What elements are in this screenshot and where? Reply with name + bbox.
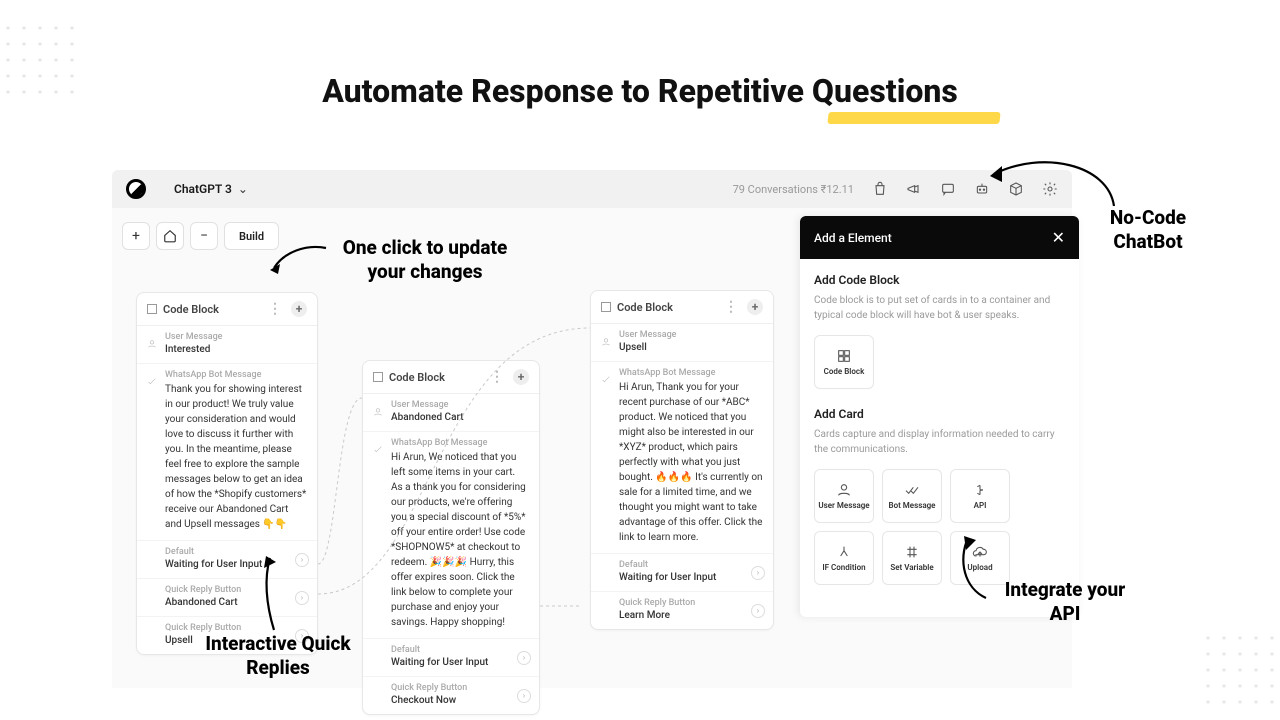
annotation-arrow bbox=[950, 532, 1000, 602]
option-bot-message[interactable]: Bot Message bbox=[882, 469, 942, 523]
block-icon bbox=[373, 372, 383, 382]
minus-button[interactable]: − bbox=[190, 222, 218, 250]
headline-underline bbox=[827, 112, 1000, 124]
block-header: Code Block ⋮ + bbox=[137, 293, 317, 326]
user-message-section[interactable]: User Message Upsell bbox=[591, 324, 773, 362]
annotation-integrate: Integrate your API bbox=[990, 578, 1140, 626]
annotation-arrow bbox=[258, 552, 298, 632]
user-message-section[interactable]: User Message Interested bbox=[137, 326, 317, 364]
option-api[interactable]: API bbox=[950, 469, 1010, 523]
add-element-panel: Add a Element ✕ Add Code Block Code bloc… bbox=[800, 216, 1079, 617]
home-button[interactable] bbox=[156, 222, 184, 250]
block-add-icon[interactable]: + bbox=[291, 301, 307, 317]
app-logo-icon bbox=[122, 175, 150, 203]
megaphone-icon[interactable] bbox=[906, 181, 922, 197]
block-menu-icon[interactable]: ⋮ bbox=[724, 299, 739, 315]
model-selector[interactable]: ChatGPT 3 bbox=[174, 182, 232, 196]
branch-icon bbox=[836, 544, 852, 560]
annotation-arrow bbox=[266, 240, 330, 280]
arrow-right-icon[interactable]: › bbox=[751, 604, 765, 618]
block-title: Code Block bbox=[163, 303, 219, 316]
bot-message-section[interactable]: WhatsApp Bot Message Hi Arun, We noticed… bbox=[363, 432, 539, 639]
bag-icon[interactable] bbox=[872, 181, 888, 197]
block-add-icon[interactable]: + bbox=[747, 299, 763, 315]
user-icon bbox=[373, 402, 383, 412]
section-title: Add Card bbox=[814, 407, 1065, 421]
option-set-variable[interactable]: Set Variable bbox=[882, 531, 942, 585]
block-title: Code Block bbox=[389, 371, 445, 384]
block-icon bbox=[147, 304, 157, 314]
block-header: Code Block ⋮ + bbox=[363, 361, 539, 394]
annotation-arrow bbox=[982, 144, 1122, 214]
hash-icon bbox=[904, 544, 920, 560]
app-bar: ChatGPT 3 ⌄ 79 Conversations ₹12.11 bbox=[112, 170, 1072, 208]
check-icon bbox=[147, 372, 157, 382]
default-section[interactable]: Default Waiting for User Input › bbox=[363, 639, 539, 677]
double-check-icon bbox=[904, 482, 920, 498]
quick-reply-section[interactable]: Quick Reply Button Checkout Now › bbox=[363, 677, 539, 714]
canvas-toolbar: + − Build bbox=[122, 222, 279, 250]
bot-message-section[interactable]: WhatsApp Bot Message Hi Arun, Thank you … bbox=[591, 362, 773, 554]
section-desc: Code block is to put set of cards in to … bbox=[814, 293, 1065, 323]
panel-header: Add a Element ✕ bbox=[800, 216, 1079, 259]
user-icon bbox=[836, 482, 852, 498]
annotation-one-click: One click to update your changes bbox=[330, 236, 520, 284]
close-icon[interactable]: ✕ bbox=[1052, 228, 1065, 247]
section-desc: Cards capture and display information ne… bbox=[814, 427, 1065, 457]
user-icon bbox=[601, 332, 611, 342]
panel-title: Add a Element bbox=[814, 231, 892, 245]
code-block-2[interactable]: Code Block ⋮ + User Message Abandoned Ca… bbox=[362, 360, 540, 715]
arrow-right-icon[interactable]: › bbox=[517, 651, 531, 665]
block-header: Code Block ⋮ + bbox=[591, 291, 773, 324]
page-headline: Automate Response to Repetitive Question… bbox=[0, 72, 1280, 110]
api-icon bbox=[972, 482, 988, 498]
grid-icon bbox=[836, 348, 852, 364]
conversations-meta: 79 Conversations ₹12.11 bbox=[733, 183, 854, 196]
block-icon bbox=[601, 302, 611, 312]
chat-icon[interactable] bbox=[940, 181, 956, 197]
section-title: Add Code Block bbox=[814, 273, 1065, 287]
arrow-right-icon[interactable]: › bbox=[517, 689, 531, 703]
quick-reply-section[interactable]: Quick Reply Button Learn More › bbox=[591, 592, 773, 629]
bot-message-section[interactable]: WhatsApp Bot Message Thank you for showi… bbox=[137, 364, 317, 541]
block-menu-icon[interactable]: ⋮ bbox=[490, 369, 505, 385]
user-message-section[interactable]: User Message Abandoned Cart bbox=[363, 394, 539, 432]
annotation-quick-replies: Interactive Quick Replies bbox=[198, 632, 358, 680]
bg-dots bbox=[1200, 630, 1280, 710]
option-user-message[interactable]: User Message bbox=[814, 469, 874, 523]
chevron-down-icon[interactable]: ⌄ bbox=[238, 182, 248, 196]
user-icon bbox=[147, 334, 157, 344]
block-menu-icon[interactable]: ⋮ bbox=[268, 301, 283, 317]
block-title: Code Block bbox=[617, 301, 673, 314]
add-button[interactable]: + bbox=[122, 222, 150, 250]
option-if-condition[interactable]: IF Condition bbox=[814, 531, 874, 585]
block-add-icon[interactable]: + bbox=[513, 369, 529, 385]
option-code-block[interactable]: Code Block bbox=[814, 335, 874, 389]
default-section[interactable]: Default Waiting for User Input › bbox=[591, 554, 773, 592]
check-icon bbox=[373, 440, 383, 450]
arrow-right-icon[interactable]: › bbox=[751, 566, 765, 580]
code-block-3[interactable]: Code Block ⋮ + User Message Upsell Whats… bbox=[590, 290, 774, 630]
check-icon bbox=[601, 370, 611, 380]
